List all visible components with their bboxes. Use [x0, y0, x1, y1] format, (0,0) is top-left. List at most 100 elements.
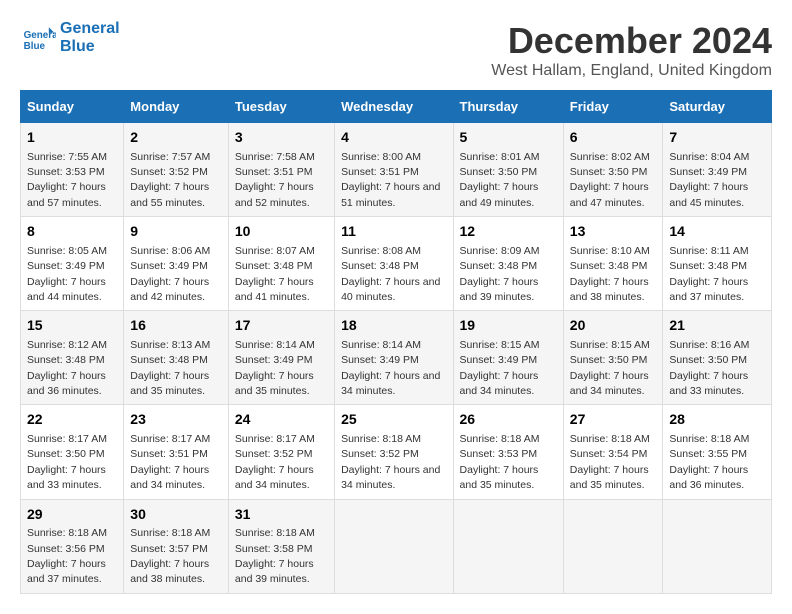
cell-info: Sunrise: 8:14 AMSunset: 3:49 PMDaylight:…	[341, 339, 440, 397]
page-title: December 2024	[491, 20, 772, 62]
calendar-cell: 14 Sunrise: 8:11 AMSunset: 3:48 PMDayligh…	[663, 217, 772, 311]
week-row-5: 29Sunrise: 8:18 AMSunset: 3:56 PMDayligh…	[21, 499, 772, 593]
cell-info: Sunrise: 8:14 AMSunset: 3:49 PMDaylight:…	[235, 339, 315, 397]
cell-info: Sunrise: 8:18 AMSunset: 3:54 PMDaylight:…	[570, 433, 650, 491]
page-subtitle: West Hallam, England, United Kingdom	[491, 62, 772, 80]
cell-info: Sunrise: 8:16 AMSunset: 3:50 PMDaylight:…	[669, 339, 749, 397]
header-saturday: Saturday	[663, 91, 772, 123]
day-number: 16	[130, 316, 222, 336]
day-number: 13	[570, 222, 657, 242]
cell-info: Sunrise: 8:06 AMSunset: 3:49 PMDaylight:…	[130, 245, 210, 303]
header-row: SundayMondayTuesdayWednesdayThursdayFrid…	[21, 91, 772, 123]
cell-info: Sunrise: 8:01 AMSunset: 3:50 PMDaylight:…	[460, 151, 540, 209]
day-number: 30	[130, 505, 222, 525]
week-row-1: 1 Sunrise: 7:55 AMSunset: 3:53 PMDaylight…	[21, 123, 772, 217]
calendar-cell: 3 Sunrise: 7:58 AMSunset: 3:51 PMDaylight…	[228, 123, 334, 217]
calendar-cell: 25Sunrise: 8:18 AMSunset: 3:52 PMDayligh…	[335, 405, 453, 499]
calendar-cell: 2 Sunrise: 7:57 AMSunset: 3:52 PMDaylight…	[124, 123, 229, 217]
day-number: 29	[27, 505, 117, 525]
cell-info: Sunrise: 8:12 AMSunset: 3:48 PMDaylight:…	[27, 339, 107, 397]
cell-info: Sunrise: 8:15 AMSunset: 3:50 PMDaylight:…	[570, 339, 650, 397]
cell-info: Sunrise: 8:18 AMSunset: 3:56 PMDaylight:…	[27, 527, 107, 585]
cell-info: Sunrise: 8:05 AMSunset: 3:49 PMDaylight:…	[27, 245, 107, 303]
header-monday: Monday	[124, 91, 229, 123]
day-number: 6	[570, 128, 657, 148]
calendar-cell: 9 Sunrise: 8:06 AMSunset: 3:49 PMDaylight…	[124, 217, 229, 311]
cell-info: Sunrise: 7:58 AMSunset: 3:51 PMDaylight:…	[235, 151, 315, 209]
calendar-cell: 26 Sunrise: 8:18 AMSunset: 3:53 PMDayligh…	[453, 405, 563, 499]
header-wednesday: Wednesday	[335, 91, 453, 123]
calendar-cell	[335, 499, 453, 593]
calendar-cell: 6 Sunrise: 8:02 AMSunset: 3:50 PMDaylight…	[563, 123, 663, 217]
calendar-cell: 22Sunrise: 8:17 AMSunset: 3:50 PMDayligh…	[21, 405, 124, 499]
day-number: 15	[27, 316, 117, 336]
calendar-cell	[453, 499, 563, 593]
calendar-cell: 19Sunrise: 8:15 AMSunset: 3:49 PMDayligh…	[453, 311, 563, 405]
calendar-cell: 18 Sunrise: 8:14 AMSunset: 3:49 PMDayligh…	[335, 311, 453, 405]
logo-blue: Blue	[60, 38, 120, 56]
day-number: 11	[341, 222, 446, 242]
calendar-cell: 30Sunrise: 8:18 AMSunset: 3:57 PMDayligh…	[124, 499, 229, 593]
day-number: 1	[27, 128, 117, 148]
cell-info: Sunrise: 8:09 AMSunset: 3:48 PMDaylight:…	[460, 245, 540, 303]
calendar-cell: 20 Sunrise: 8:15 AMSunset: 3:50 PMDayligh…	[563, 311, 663, 405]
header-friday: Friday	[563, 91, 663, 123]
cell-info: Sunrise: 8:08 AMSunset: 3:48 PMDaylight:…	[341, 245, 440, 303]
week-row-2: 8 Sunrise: 8:05 AMSunset: 3:49 PMDaylight…	[21, 217, 772, 311]
day-number: 4	[341, 128, 446, 148]
day-number: 31	[235, 505, 328, 525]
calendar-cell: 28 Sunrise: 8:18 AMSunset: 3:55 PMDayligh…	[663, 405, 772, 499]
week-row-4: 22Sunrise: 8:17 AMSunset: 3:50 PMDayligh…	[21, 405, 772, 499]
cell-info: Sunrise: 8:15 AMSunset: 3:49 PMDaylight:…	[460, 339, 540, 397]
cell-info: Sunrise: 8:18 AMSunset: 3:52 PMDaylight:…	[341, 433, 440, 491]
day-number: 12	[460, 222, 557, 242]
day-number: 9	[130, 222, 222, 242]
calendar-cell: 15 Sunrise: 8:12 AMSunset: 3:48 PMDayligh…	[21, 311, 124, 405]
cell-info: Sunrise: 8:18 AMSunset: 3:57 PMDaylight:…	[130, 527, 210, 585]
cell-info: Sunrise: 8:18 AMSunset: 3:53 PMDaylight:…	[460, 433, 540, 491]
day-number: 3	[235, 128, 328, 148]
week-row-3: 15 Sunrise: 8:12 AMSunset: 3:48 PMDayligh…	[21, 311, 772, 405]
cell-info: Sunrise: 8:17 AMSunset: 3:51 PMDaylight:…	[130, 433, 210, 491]
day-number: 27	[570, 410, 657, 430]
day-number: 23	[130, 410, 222, 430]
calendar-cell: 27 Sunrise: 8:18 AMSunset: 3:54 PMDayligh…	[563, 405, 663, 499]
header-thursday: Thursday	[453, 91, 563, 123]
calendar-cell: 10 Sunrise: 8:07 AMSunset: 3:48 PMDayligh…	[228, 217, 334, 311]
calendar-cell: 23 Sunrise: 8:17 AMSunset: 3:51 PMDayligh…	[124, 405, 229, 499]
day-number: 2	[130, 128, 222, 148]
calendar-cell: 1 Sunrise: 7:55 AMSunset: 3:53 PMDaylight…	[21, 123, 124, 217]
day-number: 18	[341, 316, 446, 336]
day-number: 14	[669, 222, 765, 242]
day-number: 17	[235, 316, 328, 336]
calendar-cell: 5Sunrise: 8:01 AMSunset: 3:50 PMDaylight…	[453, 123, 563, 217]
calendar-cell: 17 Sunrise: 8:14 AMSunset: 3:49 PMDayligh…	[228, 311, 334, 405]
cell-info: Sunrise: 8:18 AMSunset: 3:55 PMDaylight:…	[669, 433, 749, 491]
calendar-cell: 21Sunrise: 8:16 AMSunset: 3:50 PMDayligh…	[663, 311, 772, 405]
day-number: 20	[570, 316, 657, 336]
logo-general: General	[60, 20, 120, 38]
cell-info: Sunrise: 7:57 AMSunset: 3:52 PMDaylight:…	[130, 151, 210, 209]
cell-info: Sunrise: 7:55 AMSunset: 3:53 PMDaylight:…	[27, 151, 107, 209]
cell-info: Sunrise: 8:07 AMSunset: 3:48 PMDaylight:…	[235, 245, 315, 303]
page-header: General Blue General Blue December 2024 …	[20, 20, 772, 80]
calendar-cell: 7Sunrise: 8:04 AMSunset: 3:49 PMDaylight…	[663, 123, 772, 217]
cell-info: Sunrise: 8:17 AMSunset: 3:50 PMDaylight:…	[27, 433, 107, 491]
day-number: 28	[669, 410, 765, 430]
day-number: 10	[235, 222, 328, 242]
calendar-cell	[563, 499, 663, 593]
cell-info: Sunrise: 8:11 AMSunset: 3:48 PMDaylight:…	[669, 245, 748, 303]
day-number: 8	[27, 222, 117, 242]
calendar-table: SundayMondayTuesdayWednesdayThursdayFrid…	[20, 90, 772, 594]
title-area: December 2024 West Hallam, England, Unit…	[491, 20, 772, 80]
cell-info: Sunrise: 8:18 AMSunset: 3:58 PMDaylight:…	[235, 527, 315, 585]
calendar-cell	[663, 499, 772, 593]
header-sunday: Sunday	[21, 91, 124, 123]
day-number: 24	[235, 410, 328, 430]
cell-info: Sunrise: 8:13 AMSunset: 3:48 PMDaylight:…	[130, 339, 210, 397]
cell-info: Sunrise: 8:00 AMSunset: 3:51 PMDaylight:…	[341, 151, 440, 209]
cell-info: Sunrise: 8:02 AMSunset: 3:50 PMDaylight:…	[570, 151, 650, 209]
calendar-cell: 16 Sunrise: 8:13 AMSunset: 3:48 PMDayligh…	[124, 311, 229, 405]
logo: General Blue General Blue	[20, 20, 120, 56]
day-number: 26	[460, 410, 557, 430]
